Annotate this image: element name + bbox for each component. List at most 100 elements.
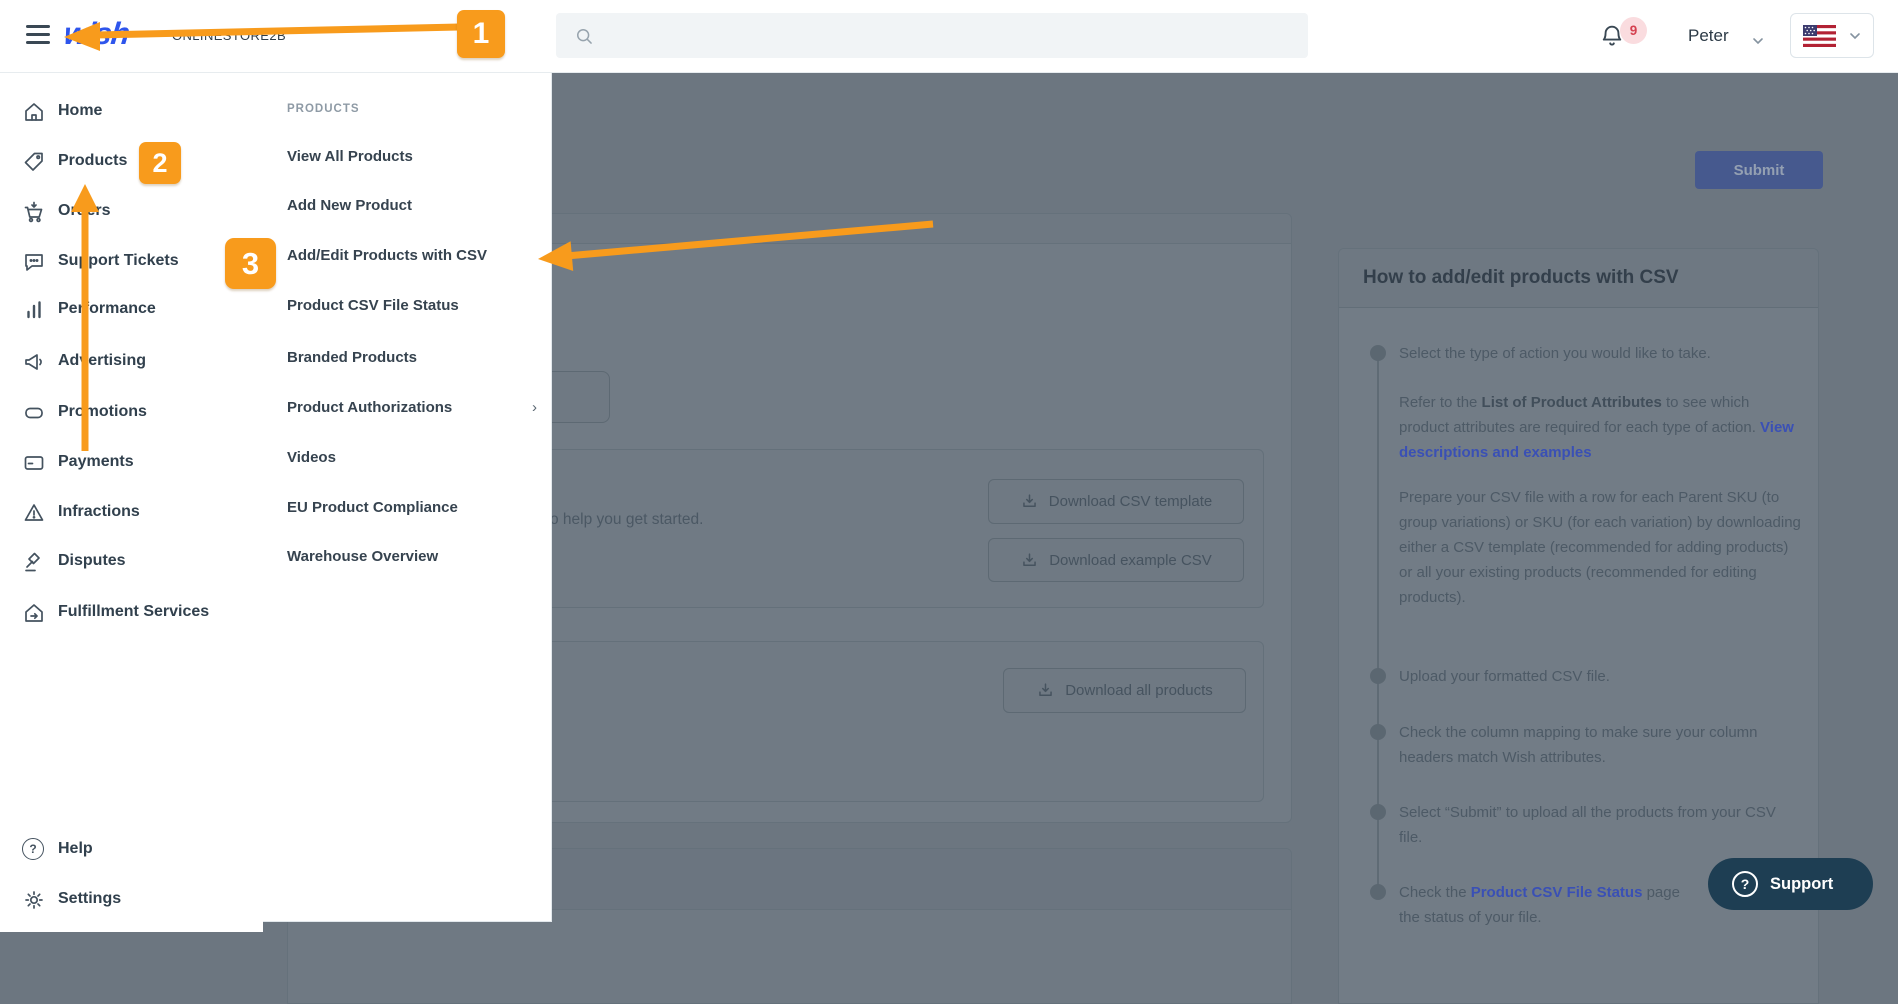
us-flag [1803, 24, 1837, 47]
chevron-right-icon: › [532, 399, 537, 416]
help-step-1-prepare: Prepare your CSV file with a row for eac… [1399, 489, 1801, 606]
sidebar-label: Advertising [58, 352, 147, 369]
sidebar-item-fulfillment-services[interactable]: Fulfillment Services [0, 593, 263, 633]
sidebar-item-performance[interactable]: Performance [0, 290, 263, 330]
user-menu[interactable]: Peter [1688, 26, 1729, 46]
sidebar-label: Products [58, 152, 128, 169]
step-bullet [1370, 724, 1386, 740]
sidebar-label: Infractions [58, 503, 140, 520]
download-icon [1022, 494, 1036, 508]
submenu-item-eu-product-compliance[interactable]: EU Product Compliance [287, 499, 458, 523]
home-icon [22, 100, 46, 124]
help-panel-title: How to add/edit products with CSV [1363, 267, 1679, 288]
submenu-item-product-csv-file-status[interactable]: Product CSV File Status [287, 297, 459, 321]
cart-icon [22, 200, 46, 224]
products-submenu: PRODUCTS View All Products Add New Produ… [263, 72, 552, 922]
submenu-label: Product Authorizations [287, 399, 453, 416]
sidebar-item-settings[interactable]: Settings [0, 880, 263, 920]
support-label: Support [1770, 874, 1834, 893]
megaphone-icon [22, 350, 46, 374]
submenu-item-add-new-product[interactable]: Add New Product [287, 197, 412, 221]
search-input[interactable] [604, 26, 1308, 45]
sidebar-item-home[interactable]: Home [0, 92, 263, 132]
sidebar-label: Disputes [58, 552, 126, 569]
step-bullet [1370, 345, 1386, 361]
gavel-icon [22, 550, 46, 574]
download-example-csv-button[interactable]: Download example CSV [988, 538, 1244, 582]
download-csv-template-label: Download CSV template [1048, 493, 1213, 510]
chat-icon [22, 250, 46, 274]
step5-post: page [1642, 884, 1680, 901]
download-icon [1039, 683, 1052, 697]
submenu-header: PRODUCTS [287, 103, 360, 115]
sidebar-item-help[interactable]: ? Help [0, 830, 263, 870]
sidebar-label: Support Tickets [58, 252, 179, 269]
submit-button[interactable]: Submit [1695, 151, 1823, 189]
step-bullet [1370, 668, 1386, 684]
sidebar-label: Settings [58, 890, 122, 907]
coupon-icon [22, 401, 46, 425]
sidebar-item-advertising[interactable]: Advertising [0, 342, 263, 382]
annotation-badge-3: 3 [225, 238, 276, 289]
question-circle-icon: ? [22, 838, 44, 860]
submenu-item-view-all-products[interactable]: View All Products [287, 148, 413, 172]
sidebar-label: Orders [58, 202, 111, 219]
sidebar-label: Fulfillment Services [58, 603, 210, 620]
p1-pre: Refer to the [1399, 394, 1482, 411]
step-bullet [1370, 804, 1386, 820]
sidebar-label: Home [58, 102, 103, 119]
download-all-products-label: Download all products [1065, 682, 1213, 699]
help-step-4: Select “Submit” to upload all the produc… [1399, 804, 1776, 846]
sidebar-item-payments[interactable]: Payments [0, 443, 263, 483]
sidebar-item-orders[interactable]: Orders [0, 192, 263, 232]
sidebar-item-disputes[interactable]: Disputes [0, 542, 263, 582]
submenu-item-videos[interactable]: Videos [287, 449, 336, 473]
sidebar-label: Promotions [58, 403, 147, 420]
language-selector[interactable] [1790, 13, 1874, 58]
submenu-item-product-authorizations[interactable]: Product Authorizations › [287, 399, 537, 423]
download-all-products-button[interactable]: Download all products [1003, 668, 1246, 713]
notification-count-badge[interactable]: 9 [1620, 17, 1647, 44]
hamburger-menu-icon[interactable] [26, 25, 50, 45]
helper-text: o help you get started. [550, 511, 704, 528]
sidebar-item-support-tickets[interactable]: Support Tickets [0, 242, 263, 282]
bar-chart-icon [22, 298, 46, 322]
submenu-item-warehouse-overview[interactable]: Warehouse Overview [287, 548, 438, 572]
p1-bold: List of Product Attributes [1481, 394, 1662, 411]
annotation-badge-1: 1 [457, 10, 505, 58]
step5-pre: Check the [1399, 884, 1471, 901]
tag-icon [22, 150, 46, 174]
warning-triangle-icon [22, 501, 46, 525]
sidebar-label: Help [58, 840, 93, 857]
help-step-2: Upload your formatted CSV file. [1399, 668, 1610, 685]
sidebar-item-promotions[interactable]: Promotions [0, 393, 263, 433]
sidebar-item-infractions[interactable]: Infractions [0, 493, 263, 533]
submenu-item-branded-products[interactable]: Branded Products [287, 349, 417, 373]
question-circle-icon: ? [1732, 871, 1758, 897]
top-bar: wish ONLINESTORE2B 9 Peter [0, 0, 1898, 73]
chevron-down-icon [1849, 32, 1860, 39]
help-step-1: Select the type of action you would like… [1399, 345, 1711, 362]
search-icon [577, 28, 592, 44]
fulfillment-icon [22, 601, 46, 625]
support-button[interactable]: ? Support [1708, 858, 1873, 910]
store-name: ONLINESTORE2B [172, 28, 287, 43]
gear-icon [22, 888, 46, 912]
step-bullet [1370, 884, 1386, 900]
help-step-3: Check the column mapping to make sure yo… [1399, 724, 1758, 766]
sidebar-item-products[interactable]: Products [0, 142, 263, 182]
annotation-badge-2: 2 [139, 142, 181, 184]
sidebar: Home Products Orders Support Tickets Per… [0, 72, 263, 932]
product-csv-file-status-link[interactable]: Product CSV File Status [1471, 884, 1643, 901]
chevron-down-icon[interactable] [1752, 32, 1764, 50]
download-example-csv-label: Download example CSV [1049, 551, 1212, 569]
download-icon [1023, 552, 1036, 566]
sidebar-label: Performance [58, 300, 156, 317]
wish-logo[interactable]: wish [62, 16, 131, 52]
sidebar-label: Payments [58, 453, 134, 470]
search-bar[interactable] [556, 13, 1308, 58]
download-csv-template-button[interactable]: Download CSV template [988, 479, 1244, 524]
credit-card-icon [22, 451, 46, 475]
help-step-1-detail: Refer to the List of Product Attributes … [1399, 390, 1801, 465]
submenu-item-add-edit-products-with-csv[interactable]: Add/Edit Products with CSV [287, 247, 487, 271]
